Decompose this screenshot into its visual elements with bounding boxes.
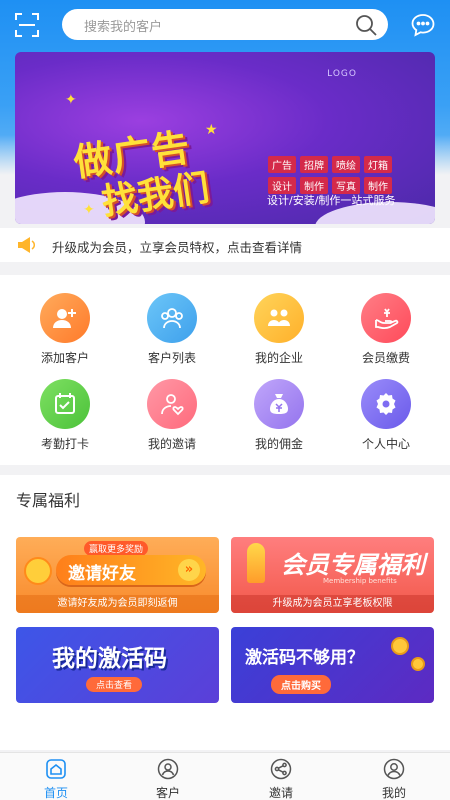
tab-invite[interactable]: 邀请: [225, 753, 337, 800]
star-decoration: ★: [205, 122, 218, 138]
menu-personal-center[interactable]: 个人中心: [341, 379, 431, 459]
coin-icon: [411, 657, 425, 671]
coin-icon: [24, 557, 52, 585]
chat-bubble-icon[interactable]: [410, 12, 436, 38]
customers-icon: [147, 293, 197, 343]
tab-label: 首页: [43, 786, 68, 800]
ad-banner[interactable]: ✦ ★ ✦ LOGO 做广告 找我们 广告 招牌 喷绘 灯箱 设计 制作 写真 …: [15, 52, 435, 224]
menu-my-company[interactable]: 我的企业: [234, 293, 324, 373]
search-placeholder: 搜索我的客户: [84, 20, 163, 35]
rocket-icon: [247, 543, 265, 583]
menu-my-commission[interactable]: 我的佣金: [234, 379, 324, 459]
bottom-tab-bar: 首页 客户 邀请 我的: [0, 752, 450, 800]
menu-customer-list[interactable]: 客户列表: [127, 293, 217, 373]
card-headline: 我的激活码: [52, 646, 167, 672]
search-icon[interactable]: [354, 13, 378, 37]
view-button[interactable]: 点击查看: [86, 677, 143, 692]
card-subtitle: Membership benefits: [323, 577, 397, 585]
money-bag-icon: [254, 379, 304, 429]
member-benefits-card[interactable]: 会员专属福利 Membership benefits 升级成为会员立享老板权限: [231, 537, 434, 613]
menu-label: 我的邀请: [147, 437, 196, 451]
activation-code-card[interactable]: 我的激活码 点击查看: [16, 627, 219, 703]
reward-badge: 赢取更多奖励: [84, 541, 149, 556]
banner-tag: 广告: [268, 156, 296, 173]
card-headline: 会员专属福利: [281, 550, 425, 579]
card-caption: 邀请好友成为会员即刻返佣: [16, 595, 219, 613]
banner-tag: 招牌: [300, 156, 328, 173]
card-headline: 邀请好友: [68, 564, 136, 584]
welfare-section: 专属福利 赢取更多奖励 邀请好友 » 邀请好友成为会员即刻返佣 会员专属福利 M…: [0, 475, 450, 750]
menu-label: 我的企业: [254, 351, 303, 365]
banner-tag: 喷绘: [332, 156, 360, 173]
notice-text: 升级成为会员，立享会员特权，点击查看详情: [52, 240, 303, 255]
calendar-check-icon: [40, 379, 90, 429]
buy-button[interactable]: 点击购买: [271, 675, 331, 694]
menu-attendance[interactable]: 考勤打卡: [20, 379, 110, 459]
menu-label: 个人中心: [361, 437, 410, 451]
invite-pill: 邀请好友 »: [56, 555, 206, 585]
megaphone-icon: [18, 237, 36, 253]
invite-friends-card[interactable]: 赢取更多奖励 邀请好友 » 邀请好友成为会员即刻返佣: [16, 537, 219, 613]
menu-grid: 添加客户 客户列表 我的企业 会员缴费 考勤打卡 我的邀请 我的佣金 个人中心: [0, 275, 450, 465]
banner-logo: LOGO: [327, 69, 357, 79]
menu-label: 会员缴费: [361, 351, 410, 365]
star-decoration: ✦: [65, 92, 77, 108]
star-decoration: ✦: [83, 202, 95, 218]
customer-icon: [157, 758, 179, 780]
profile-icon: [383, 758, 405, 780]
coin-icon: [391, 637, 409, 655]
double-chevron-icon: »: [178, 559, 200, 581]
tab-customer[interactable]: 客户: [112, 753, 224, 800]
payment-icon: [361, 293, 411, 343]
add-user-icon: [40, 293, 90, 343]
card-caption: 升级成为会员立享老板权限: [231, 595, 434, 613]
menu-label: 考勤打卡: [40, 437, 89, 451]
scan-icon[interactable]: [14, 12, 40, 38]
menu-my-invites[interactable]: 我的邀请: [127, 379, 217, 459]
card-headline: 激活码不够用？: [245, 648, 364, 668]
search-input[interactable]: 搜索我的客户: [62, 9, 388, 40]
gear-icon: [361, 379, 411, 429]
menu-add-customer[interactable]: 添加客户: [20, 293, 110, 373]
invite-icon: [147, 379, 197, 429]
banner-tag: 灯箱: [364, 156, 392, 173]
menu-label: 客户列表: [147, 351, 196, 365]
menu-member-payment[interactable]: 会员缴费: [341, 293, 431, 373]
company-icon: [254, 293, 304, 343]
buy-code-card[interactable]: 激活码不够用？ 点击购买: [231, 627, 434, 703]
menu-label: 我的佣金: [254, 437, 303, 451]
section-title: 专属福利: [16, 491, 81, 510]
share-icon: [270, 758, 292, 780]
tab-home[interactable]: 首页: [0, 753, 112, 800]
menu-label: 添加客户: [40, 351, 89, 365]
tab-mine[interactable]: 我的: [338, 753, 450, 800]
tab-label: 客户: [155, 786, 180, 800]
banner-slogan: 设计/安装/制作一站式服务: [267, 194, 396, 207]
tab-label: 邀请: [268, 786, 293, 800]
notice-bar[interactable]: 升级成为会员，立享会员特权，点击查看详情: [0, 228, 450, 262]
home-icon: [46, 759, 66, 779]
tab-label: 我的: [381, 786, 406, 800]
